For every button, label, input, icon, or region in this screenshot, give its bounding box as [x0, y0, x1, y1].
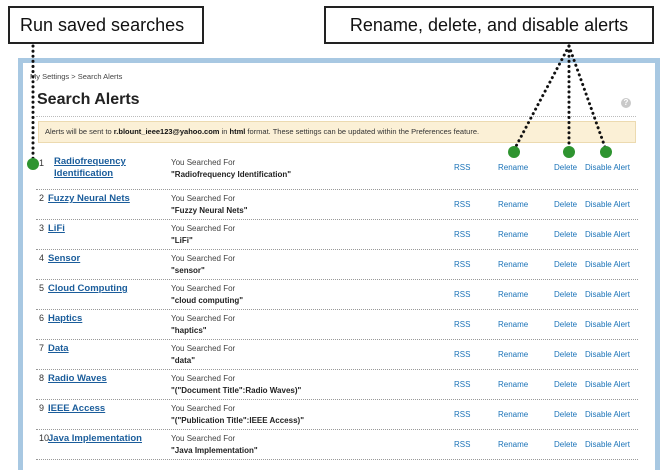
callout-connectors [31, 44, 608, 163]
marker-rename [508, 146, 520, 158]
connector-disable [567, 44, 608, 152]
marker-disable [600, 146, 612, 158]
connector-rename [512, 44, 571, 152]
marker-delete [563, 146, 575, 158]
marker-run-search [27, 158, 39, 170]
